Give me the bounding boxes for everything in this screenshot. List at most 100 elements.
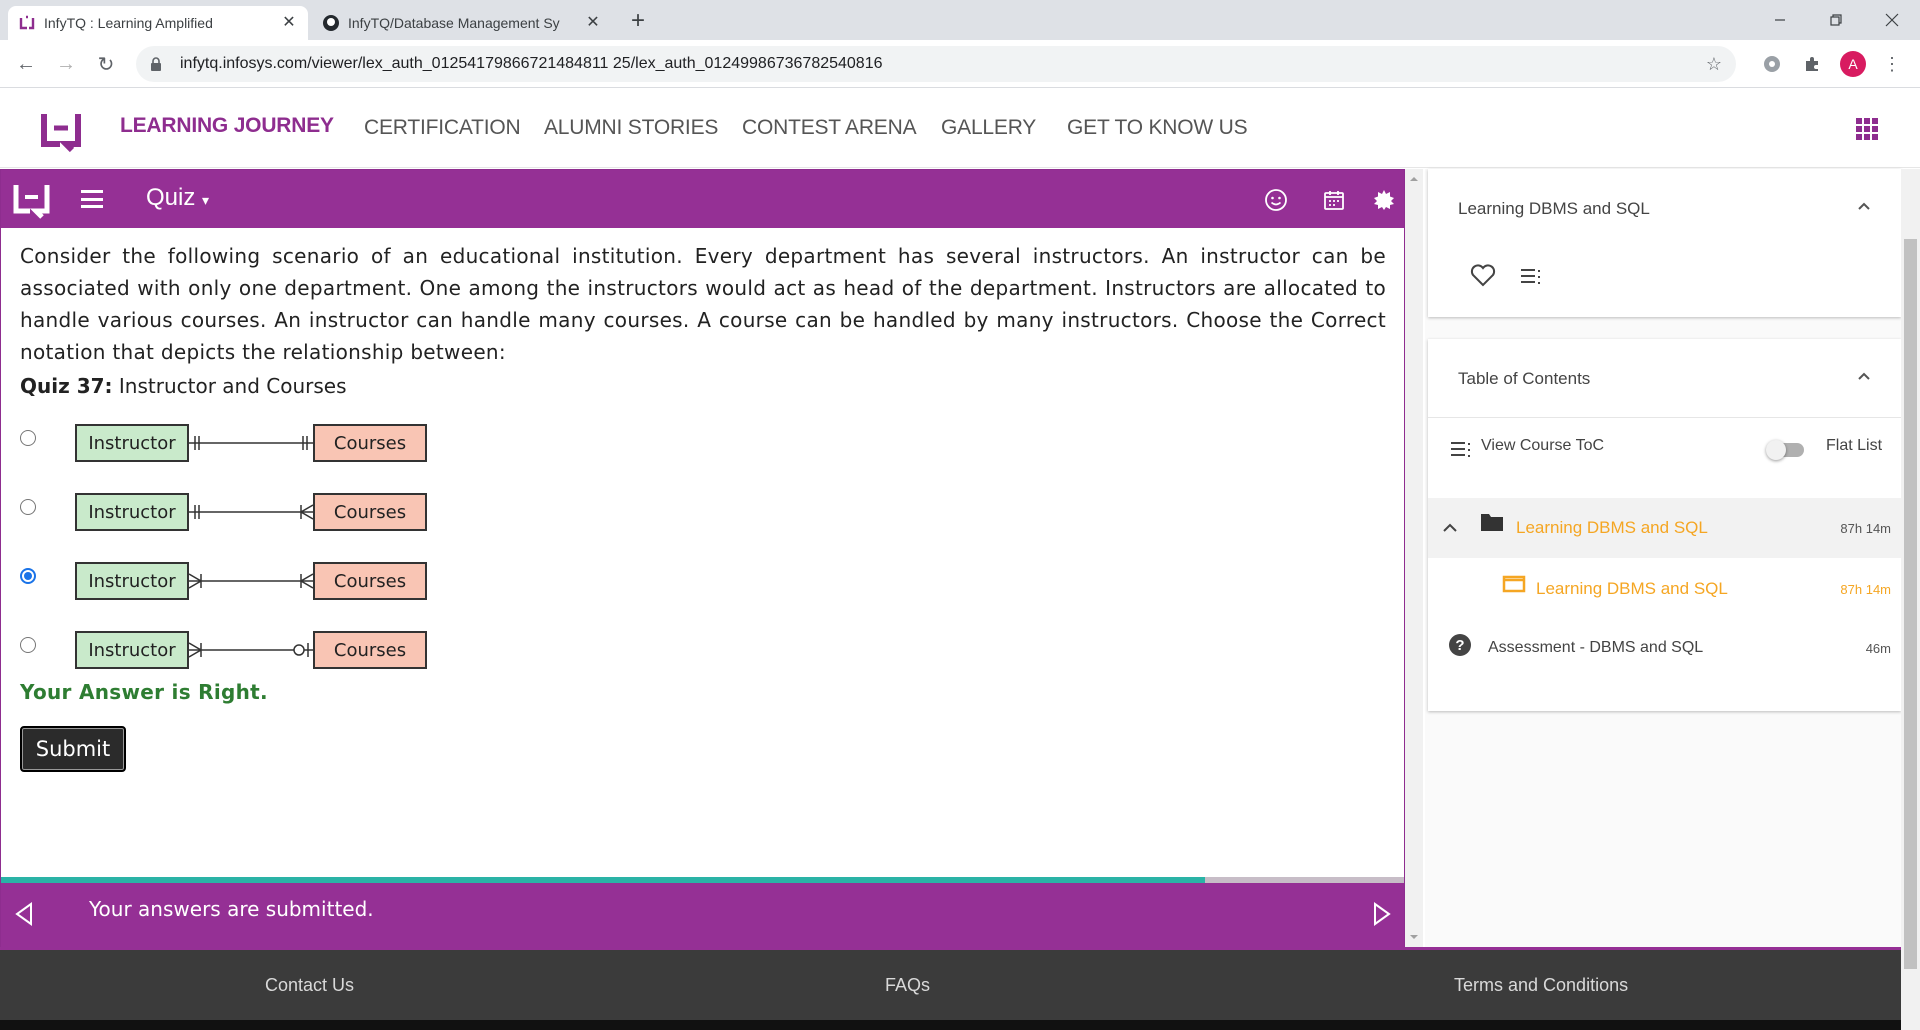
nav-certification[interactable]: CERTIFICATION [364,116,521,140]
toc-item-label: Learning DBMS and SQL [1516,518,1708,537]
page-scrollbar-thumb[interactable] [1904,239,1917,969]
toc-item-duration: 87h 14m [1840,521,1891,536]
courses-entity: Courses [313,562,427,600]
player-status-bar: Your answers are submitted. [1,883,1404,948]
player-scrollbar[interactable] [1405,169,1423,947]
contact-us-link[interactable]: Contact Us [265,975,354,996]
view-course-toc-link[interactable]: View Course ToC [1481,437,1604,455]
bookmark-star-icon[interactable]: ☆ [1706,54,1722,75]
relationship-line [189,504,313,520]
option-radio[interactable] [20,430,36,446]
extension-gear-icon[interactable] [1760,52,1784,76]
toc-item-label: Assessment - DBMS and SQL [1488,639,1704,656]
calendar-icon[interactable] [1321,187,1347,213]
answer-option-4[interactable]: Instructor Courses [20,631,440,673]
nav-gallery[interactable]: GALLERY [941,116,1036,140]
toc-item-module[interactable]: Learning DBMS and SQL 87h 14m [1428,498,1901,558]
toc-item-assessment[interactable]: ? Assessment - DBMS and SQL 46m [1428,619,1901,675]
svg-text:?: ? [1455,637,1464,654]
answer-option-1[interactable]: Instructor Courses [20,424,440,466]
toc-item-label: Learning DBMS and SQL [1536,579,1728,598]
infytq-logo[interactable] [38,106,86,154]
site-header: LEARNING JOURNEY CERTIFICATION ALUMNI ST… [0,88,1920,168]
caret-down-icon: ▾ [202,192,210,208]
close-window-icon[interactable] [1864,0,1920,40]
submission-status-message: Your answers are submitted. [89,897,374,921]
instructor-entity: Instructor [75,562,189,600]
lock-icon [150,57,166,71]
courses-entity: Courses [313,424,427,462]
new-tab-button[interactable]: + [624,8,652,36]
quiz-number: Quiz 37: [20,374,113,398]
nav-contest-arena[interactable]: CONTEST ARENA [742,116,917,140]
minimize-icon[interactable] [1752,0,1808,40]
previous-arrow-icon[interactable] [13,901,35,927]
courses-entity: Courses [313,631,427,669]
relationship-line [189,436,313,450]
browser-tab-strip: InfyTQ : Learning Amplified ✕ InfyTQ/Dat… [0,0,1920,40]
table-of-contents-card: Table of Contents View Course ToC Flat L… [1428,339,1901,711]
next-arrow-icon[interactable] [1371,901,1393,927]
resource-frame-icon [1502,575,1526,593]
close-tab-icon[interactable]: ✕ [584,14,602,32]
heart-icon[interactable] [1470,263,1496,287]
quiz-subject: Instructor and Courses [118,374,347,398]
instructor-entity: Instructor [75,424,189,462]
quiz-heading: Quiz 37: Instructor and Courses [20,374,1386,398]
back-arrow-icon[interactable]: ← [14,52,38,76]
option-radio[interactable] [20,499,36,515]
relationship-line [189,573,313,589]
player-title-dropdown[interactable]: Quiz ▾ [146,184,209,212]
collapse-chevron-icon[interactable] [1857,199,1871,213]
hamburger-menu-icon[interactable] [81,190,103,208]
profile-avatar[interactable]: A [1840,51,1866,77]
nav-learning-journey[interactable]: LEARNING JOURNEY [120,114,334,138]
collapse-chevron-icon[interactable] [1857,369,1871,383]
course-title: Learning DBMS and SQL [1458,199,1650,218]
settings-badge-icon[interactable] [1371,187,1397,213]
smiley-feedback-icon[interactable] [1263,187,1289,213]
toc-title: Table of Contents [1458,369,1591,388]
content-player: Quiz ▾ Consider the following scenario o… [0,169,1405,948]
submit-button[interactable]: Submit [20,726,126,772]
player-toolbar: Quiz ▾ [1,170,1404,228]
course-side-panel: Learning DBMS and SQL Table of Contents … [1425,169,1901,947]
tab-title: InfyTQ/Database Management Sy [348,15,560,31]
scroll-up-icon[interactable] [1405,173,1423,185]
site-footer: Contact Us FAQs Terms and Conditions [0,947,1901,1020]
apps-grid-icon[interactable] [1856,118,1878,140]
answer-option-3[interactable]: Instructor Courses [20,562,440,604]
nav-get-to-know-us[interactable]: GET TO KNOW US [1067,116,1248,140]
browser-menu-icon[interactable]: ⋮ [1880,52,1904,76]
github-favicon-icon [322,14,340,32]
restore-icon[interactable] [1808,0,1864,40]
instructor-entity: Instructor [75,493,189,531]
answer-option-2[interactable]: Instructor Courses [20,493,440,535]
option-radio[interactable] [20,637,36,653]
folder-icon [1481,514,1503,531]
player-title: Quiz [146,184,196,211]
faqs-link[interactable]: FAQs [885,975,930,996]
browser-tab-github[interactable]: InfyTQ/Database Management Sy ✕ [312,6,612,40]
playlist-add-icon[interactable] [1520,267,1544,285]
browser-tab-infytq[interactable]: InfyTQ : Learning Amplified ✕ [8,6,308,40]
extensions-puzzle-icon[interactable] [1800,52,1824,76]
quiz-content: Consider the following scenario of an ed… [20,240,1386,398]
reload-icon[interactable]: ↻ [94,52,118,76]
forward-arrow-icon[interactable]: → [54,52,78,76]
infytq-favicon-icon [18,14,36,32]
browser-toolbar: ← → ↻ infytq.infosys.com/viewer/lex_auth… [0,40,1920,88]
terms-and-conditions-link[interactable]: Terms and Conditions [1454,975,1628,996]
expand-chevron-icon[interactable] [1442,522,1458,534]
toc-item-duration: 87h 14m [1840,582,1891,597]
address-bar[interactable]: infytq.infosys.com/viewer/lex_auth_01254… [136,46,1736,82]
scroll-down-icon[interactable] [1405,931,1423,943]
option-radio-selected[interactable] [20,568,36,584]
flat-list-toggle[interactable] [1766,440,1804,460]
toc-item-resource[interactable]: Learning DBMS and SQL 87h 14m [1428,559,1901,615]
url-text: infytq.infosys.com/viewer/lex_auth_01254… [180,55,883,72]
footer-bottom-strip [0,1020,1901,1030]
close-tab-icon[interactable]: ✕ [280,14,298,32]
page-scrollbar[interactable] [1901,169,1920,1030]
nav-alumni-stories[interactable]: ALUMNI STORIES [544,116,718,140]
